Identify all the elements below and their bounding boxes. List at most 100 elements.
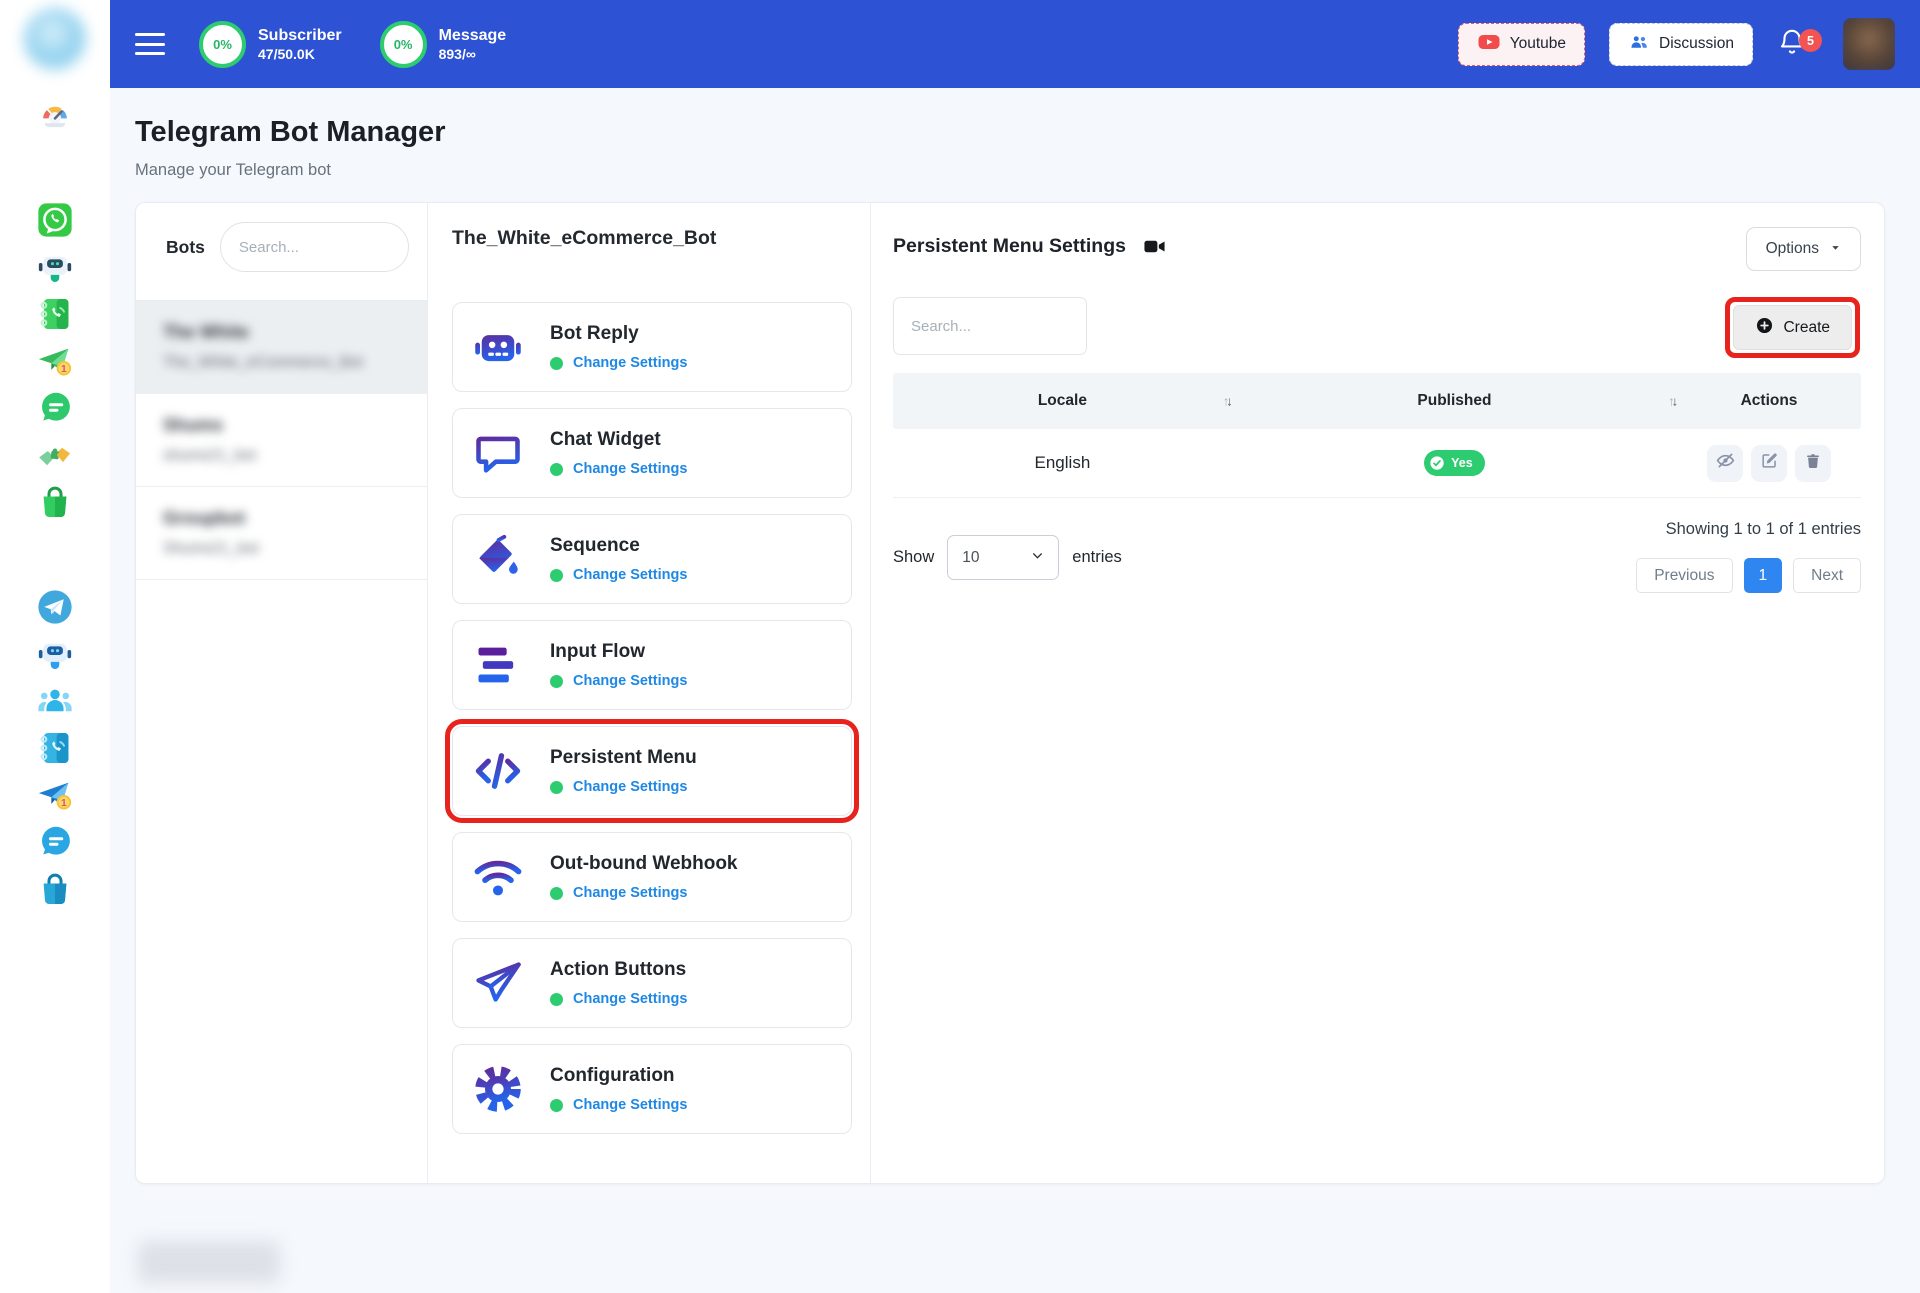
previous-page-button[interactable]: Previous [1636, 558, 1733, 593]
change-settings-link[interactable]: Change Settings [573, 673, 687, 689]
subscriber-label: Subscriber [258, 26, 342, 44]
sort-icon[interactable]: ↑↓ [1668, 394, 1678, 409]
published-badge: Yes [1424, 450, 1485, 476]
create-highlight-box: Create [1725, 297, 1860, 358]
svg-text:1: 1 [61, 798, 67, 809]
column-header-published[interactable]: Published ↑↓ [1232, 392, 1677, 410]
telegram-chat-icon[interactable] [36, 823, 74, 861]
telegram-contacts-icon[interactable] [36, 729, 74, 767]
page-size-value: 10 [962, 548, 980, 566]
bot-name: Shums [163, 415, 224, 435]
edit-icon [1760, 451, 1779, 475]
create-button[interactable]: Create [1733, 305, 1852, 350]
next-page-button[interactable]: Next [1793, 558, 1861, 593]
integration-icon[interactable] [36, 436, 74, 474]
card-action-buttons[interactable]: Action Buttons Change Settings [452, 938, 852, 1028]
discussion-button[interactable]: Discussion [1609, 22, 1753, 66]
whatsapp-bot-icon[interactable] [36, 248, 74, 286]
content-panel: Bots The White The_White_eCommerce_Bot S… [135, 202, 1885, 1184]
column-header-locale[interactable]: Locale ↑↓ [893, 392, 1233, 410]
page-size-select[interactable]: 10 [947, 535, 1060, 580]
sort-icon[interactable]: ↑↓ [1223, 394, 1233, 409]
card-persistent-menu[interactable]: Persistent Menu Change Settings [445, 719, 859, 823]
telegram-broadcast-icon[interactable]: 1 [36, 776, 74, 814]
bot-reply-icon [472, 321, 524, 373]
eye-off-icon [1715, 450, 1736, 476]
whatsapp-icon[interactable] [36, 201, 74, 239]
card-title: Bot Reply [550, 323, 639, 344]
menu-toggle-button[interactable] [135, 33, 165, 55]
message-stat: 0% Message 893/∞ [379, 20, 506, 68]
change-settings-link[interactable]: Change Settings [573, 885, 687, 901]
bots-column: Bots The White The_White_eCommerce_Bot S… [136, 203, 428, 1183]
card-sequence[interactable]: Sequence Change Settings [452, 514, 852, 604]
telegram-store-icon[interactable] [36, 870, 74, 908]
edit-button[interactable] [1751, 444, 1788, 482]
bot-settings-column: The_White_eCommerce_Bot Bot Reply Change… [428, 203, 871, 1183]
app-screen: 1 1 0% Subscriber 47/50.0K 0% Message 89… [0, 0, 1920, 1293]
bot-list-item[interactable]: Shums shums21_bot [136, 394, 427, 487]
entries-summary: Showing 1 to 1 of 1 entries [1665, 520, 1861, 538]
status-dot [550, 886, 563, 900]
bot-username: Shums21_bot [163, 540, 259, 557]
subscriber-stat: 0% Subscriber 47/50.0K [199, 20, 342, 68]
status-dot [550, 992, 563, 1006]
delete-button[interactable] [1795, 444, 1832, 482]
change-settings-link[interactable]: Change Settings [573, 461, 687, 477]
card-title: Sequence [550, 535, 640, 556]
change-settings-link[interactable]: Change Settings [573, 779, 687, 795]
card-title: Persistent Menu [550, 747, 697, 768]
locale-cell: English [1034, 453, 1091, 472]
card-bot-reply[interactable]: Bot Reply Change Settings [452, 302, 852, 392]
card-configuration[interactable]: Configuration Change Settings [452, 1044, 852, 1134]
change-settings-link[interactable]: Change Settings [573, 1097, 687, 1113]
column-header-actions: Actions [1740, 392, 1798, 409]
bot-list: The White The_White_eCommerce_Bot Shums … [136, 300, 427, 580]
video-camera-icon[interactable] [1143, 235, 1166, 258]
app-logo[interactable] [24, 8, 86, 70]
bots-search-input[interactable] [219, 222, 409, 272]
youtube-button[interactable]: Youtube [1457, 22, 1586, 66]
menu-search-input[interactable] [893, 297, 1087, 355]
trash-icon [1804, 452, 1822, 475]
top-bar: 0% Subscriber 47/50.0K 0% Message 893/∞ … [110, 0, 1920, 88]
change-settings-link[interactable]: Change Settings [573, 991, 687, 1007]
telegram-group-icon[interactable] [36, 682, 74, 720]
locales-table: Locale ↑↓ Published ↑↓ Actions English Y… [893, 373, 1861, 498]
whatsapp-contacts-icon[interactable] [36, 295, 74, 333]
svg-text:1: 1 [61, 364, 67, 375]
discussion-label: Discussion [1659, 35, 1734, 52]
hide-button[interactable] [1707, 444, 1744, 482]
options-dropdown-button[interactable]: Options [1745, 227, 1861, 271]
whatsapp-store-icon[interactable] [36, 483, 74, 521]
card-outbound-webhook[interactable]: Out-bound Webhook Change Settings [452, 832, 852, 922]
change-settings-link[interactable]: Change Settings [573, 355, 687, 371]
table-row: English Yes [893, 429, 1861, 498]
page-1-button[interactable]: 1 [1743, 558, 1783, 593]
change-settings-link[interactable]: Change Settings [573, 567, 687, 583]
page-subtitle: Manage your Telegram bot [135, 161, 331, 179]
whatsapp-chat-icon[interactable] [36, 389, 74, 427]
create-label: Create [1783, 318, 1830, 336]
bot-list-item[interactable]: Groupbot Shums21_bot [136, 487, 427, 580]
telegram-icon[interactable] [36, 588, 74, 626]
card-input-flow[interactable]: Input Flow Change Settings [452, 620, 852, 710]
user-avatar[interactable] [1843, 18, 1895, 70]
footer-blurred-text [138, 1241, 280, 1283]
bot-list-item-selected[interactable]: The White The_White_eCommerce_Bot [136, 301, 427, 394]
notifications-button[interactable]: 5 [1777, 27, 1822, 61]
action-buttons-icon [472, 957, 524, 1009]
card-chat-widget[interactable]: Chat Widget Change Settings [452, 408, 852, 498]
dashboard-icon[interactable] [36, 97, 74, 135]
bots-title: Bots [166, 236, 205, 257]
show-label: Show [893, 548, 935, 566]
settings-title: Persistent Menu Settings [893, 235, 1126, 257]
card-title: Action Buttons [550, 959, 687, 980]
bot-username: The_White_eCommerce_Bot [163, 354, 363, 371]
options-label: Options [1765, 240, 1819, 257]
card-title: Input Flow [550, 641, 645, 662]
telegram-bot-icon[interactable] [36, 635, 74, 673]
page-title: Telegram Bot Manager [135, 116, 446, 148]
whatsapp-broadcast-icon[interactable]: 1 [36, 342, 74, 380]
persistent-menu-settings-panel: Persistent Menu Settings Options Search.… [871, 203, 1884, 1183]
